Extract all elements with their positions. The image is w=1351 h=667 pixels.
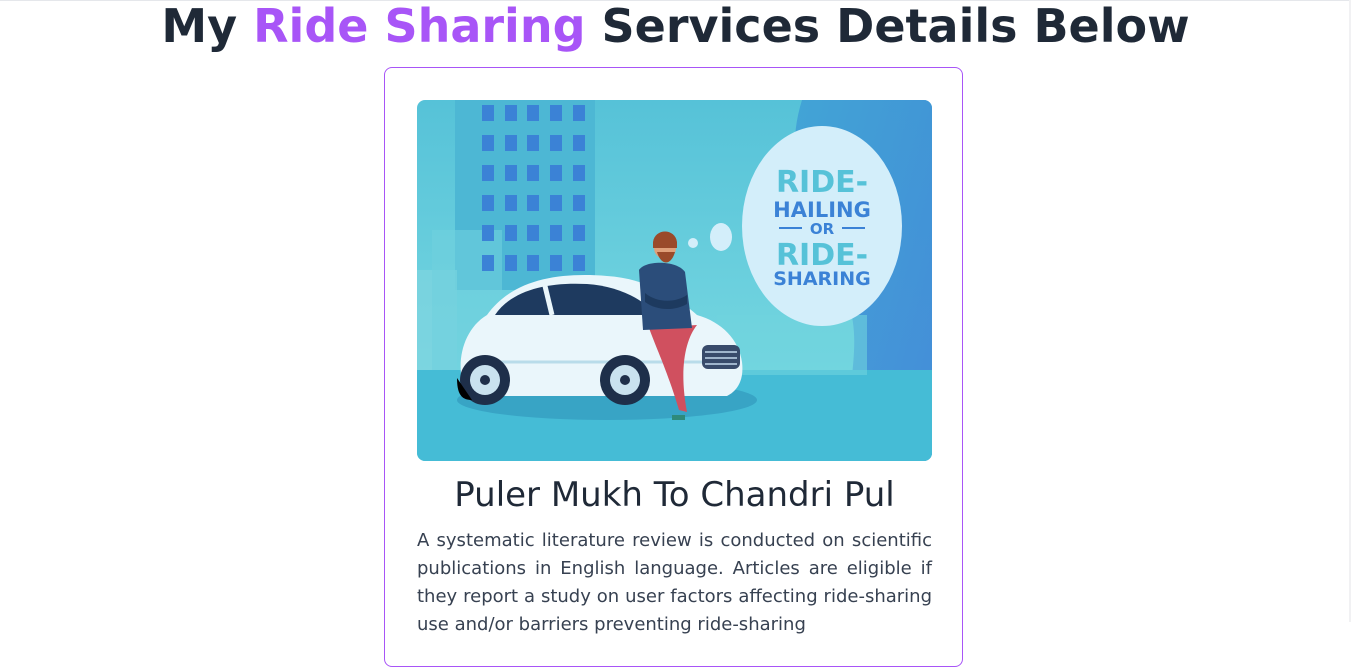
bubble-line-2: HAILING [773,198,871,222]
service-description: A systematic literature review is conduc… [417,530,932,635]
bubble-line-3: OR [810,220,835,238]
route-title: Puler Mukh To Chandri Pul [454,475,895,515]
title-prefix: My [161,0,238,53]
service-image: RIDE- HAILING OR RIDE- SHARING [417,100,932,461]
bubble-line-5: SHARING [773,268,871,290]
title-suffix: Services Details Below [601,0,1190,53]
service-card: RIDE- HAILING OR RIDE- SHARING Puler Muk… [384,67,963,667]
page-title: My Ride Sharing Services Details Below [0,0,1351,52]
ride-sharing-illustration: RIDE- HAILING OR RIDE- SHARING [417,100,932,461]
bubble-line-1: RIDE- [776,165,868,200]
title-accent: Ride Sharing [253,0,586,53]
